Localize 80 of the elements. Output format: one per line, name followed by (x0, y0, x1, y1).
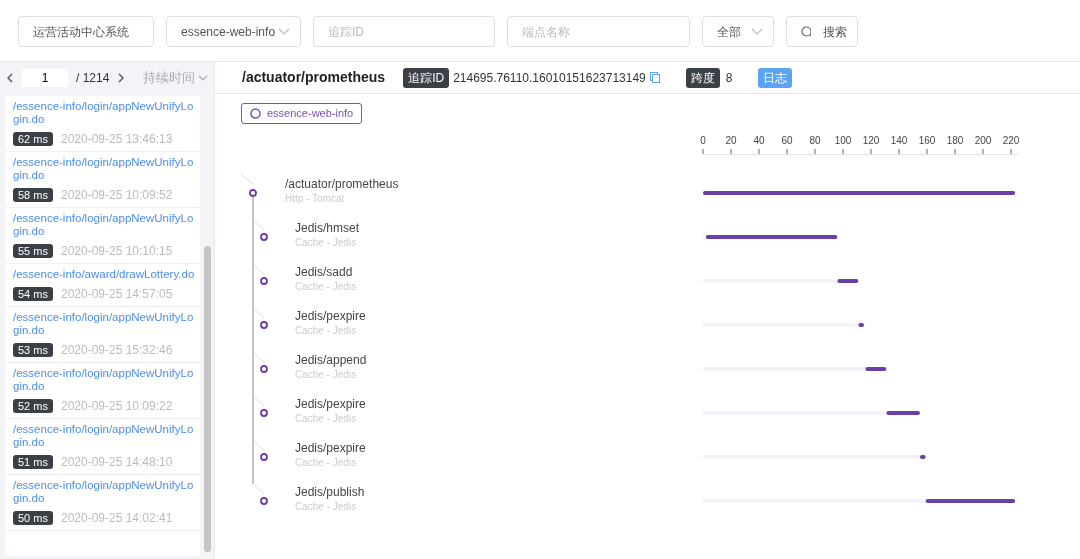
span-count: 8 (725, 69, 733, 87)
axis-tick-label: 140 (890, 134, 908, 146)
trace-item[interactable]: /essence-info/login/appNewUnifyLogin.do 58 ms 2020-09-25 10:09:52 (5, 152, 200, 208)
axis-tick-label: 40 (753, 134, 765, 146)
tree-node-icon (260, 408, 268, 417)
trace-time: 2020-09-25 14:48:10 (60, 455, 173, 469)
search-icon (801, 25, 811, 38)
trace-time: 2020-09-25 10:10:15 (60, 244, 173, 258)
caret-icon (278, 27, 290, 36)
axis-tick-label: 60 (781, 134, 793, 146)
page-total: / 1214 (76, 70, 110, 87)
ring-icon (250, 107, 261, 119)
duration-badge: 50 ms (13, 511, 53, 525)
trace-id-label: 追踪ID (403, 67, 450, 88)
tree-node-icon (260, 496, 268, 505)
span-name[interactable]: Jedis/hmset (295, 219, 360, 236)
trace-title: /actuator/prometheus (242, 68, 386, 87)
axis-tick-label: 100 (834, 134, 852, 146)
trace-id-field[interactable]: 追踪ID (313, 16, 495, 47)
trace-item[interactable]: /essence-info/login/appNewUnifyLogin.do 62 ms 2020-09-25 13:46:13 (5, 96, 200, 152)
tree-node-icon (249, 188, 257, 197)
duration-badge: 51 ms (13, 455, 53, 469)
caret-icon (198, 74, 208, 82)
span-count-label: 跨度 (685, 67, 720, 88)
trace-item[interactable]: /essence-info/login/appNewUnifyLogin.do 52 ms 2020-09-25 10:09:22 (5, 363, 200, 419)
caret-icon (751, 27, 763, 36)
span-name[interactable]: Jedis/pexpire (295, 439, 366, 456)
axis-tick-label: 80 (809, 134, 821, 146)
service-tag: essence-web-info (241, 103, 363, 124)
trace-item[interactable]: /essence-info/award/drawLottery.do 54 ms 2020-09-25 14:57:05 (5, 264, 200, 307)
trace-time: 2020-09-25 14:57:05 (60, 287, 173, 301)
span-name[interactable]: Jedis/append (295, 351, 367, 368)
trace-time: 2020-09-25 15:32:46 (60, 343, 173, 357)
tree-node-icon (260, 364, 268, 373)
axis-tick-label: 120 (862, 134, 880, 146)
scrollbar-thumb[interactable] (204, 246, 211, 552)
duration-badge: 62 ms (13, 132, 53, 146)
previous-page-icon (6, 73, 14, 83)
span-bar (858, 322, 864, 327)
span-bar (865, 366, 887, 371)
copy-icon[interactable] (649, 72, 660, 83)
trace-time: 2020-09-25 13:46:13 (60, 132, 173, 146)
tree-node-icon (260, 276, 268, 285)
span-bar (886, 410, 920, 415)
trace-item[interactable]: /essence-info/login/appNewUnifyLogin.do 55 ms 2020-09-25 10:10:15 (5, 208, 200, 264)
duration-badge: 52 ms (13, 399, 53, 413)
app-select[interactable]: essence-web-info (166, 16, 301, 47)
axis-tick-label: 220 (1002, 134, 1020, 146)
trace-time: 2020-09-25 10:09:22 (60, 399, 173, 413)
trace-id: 214695.76110.16010151623713149 (453, 69, 646, 87)
duration-badge: 53 ms (13, 343, 53, 357)
duration-badge: 55 ms (13, 244, 53, 258)
page-field[interactable]: 1 (22, 69, 68, 87)
duration-badge: 58 ms (13, 188, 53, 202)
span-name[interactable]: Jedis/pexpire (295, 307, 366, 324)
tree-node-icon (260, 232, 268, 241)
axis-tick-label: 160 (918, 134, 936, 146)
axis-tick-label: 200 (974, 134, 992, 146)
span-bar (837, 278, 859, 283)
trace-item[interactable]: /essence-info/login/appNewUnifyLogin.do 53 ms 2020-09-25 15:32:46 (5, 307, 200, 363)
trace-time: 2020-09-25 14:02:41 (60, 511, 173, 525)
trace-item[interactable]: /essence-info/login/appNewUnifyLogin.do 50 ms 2020-09-25 14:02:41 (5, 475, 200, 531)
span-name[interactable]: /actuator/prometheus (285, 175, 399, 192)
trace-item[interactable]: /essence-info/login/appNewUnifyLogin.do 51 ms 2020-09-25 14:48:10 (5, 419, 200, 475)
axis-tick-label: 0 (700, 134, 706, 146)
axis-tick-label: 20 (725, 134, 737, 146)
span-name[interactable]: Jedis/pexpire (295, 395, 366, 412)
next-page-icon (117, 73, 126, 83)
span-bar (920, 454, 926, 459)
span-name[interactable]: Jedis/publish (295, 483, 365, 500)
status-select[interactable]: 全部 (702, 16, 774, 47)
trace-time: 2020-09-25 10:09:52 (60, 188, 173, 202)
endpoint-field[interactable]: 端点名称 (507, 16, 690, 47)
system-select[interactable]: 运营活动中心系统 (18, 16, 154, 47)
tree-node-icon (260, 452, 268, 461)
axis-tick-label: 180 (946, 134, 964, 146)
tree-node-icon (260, 320, 268, 329)
duration-badge: 54 ms (13, 287, 53, 301)
span-name[interactable]: Jedis/sadd (295, 263, 357, 280)
search-button[interactable]: 搜索 (786, 16, 858, 47)
